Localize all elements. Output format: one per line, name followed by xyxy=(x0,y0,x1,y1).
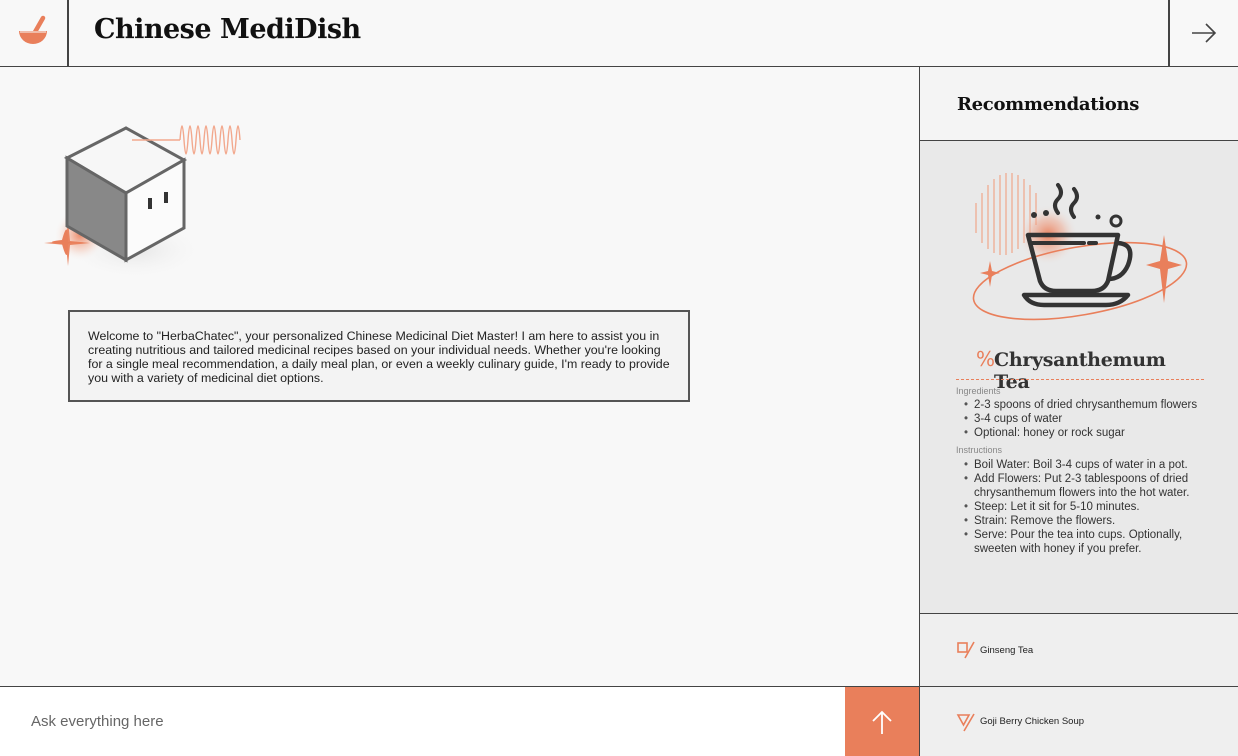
ingredients-label: Ingredients xyxy=(956,386,1001,396)
instruction-item: Strain: Remove the flowers. xyxy=(964,514,1204,528)
percent-mark-icon: % xyxy=(976,347,996,371)
tea-cup-icon xyxy=(972,173,1188,321)
recommendations-header: Recommendations xyxy=(920,67,1238,140)
ingredient-item: Optional: honey or rock sugar xyxy=(964,426,1204,440)
recommendation-label: Goji Berry Chicken Soup xyxy=(980,716,1085,727)
send-button[interactable] xyxy=(845,687,919,756)
next-button[interactable] xyxy=(1169,0,1238,66)
dish-title: % Chrysanthemum Tea xyxy=(956,347,1206,393)
cube-bot-icon xyxy=(44,125,241,280)
square-slash-icon xyxy=(957,641,975,659)
instruction-item: Steep: Let it sit for 5-10 minutes. xyxy=(964,500,1204,514)
dish-divider xyxy=(956,379,1204,380)
ingredient-item: 2-3 spoons of dried chrysanthemum flower… xyxy=(964,398,1204,412)
logo-divider xyxy=(67,0,69,66)
arrow-up-icon xyxy=(872,710,892,734)
instruction-item: Add Flowers: Put 2-3 tablespoons of drie… xyxy=(964,472,1204,500)
arrow-right-icon xyxy=(1191,23,1216,43)
chat-input[interactable] xyxy=(0,687,845,756)
instruction-item: Serve: Pour the tea into cups. Optionall… xyxy=(964,528,1204,556)
instruction-item: Boil Water: Boil 3-4 cups of water in a … xyxy=(964,458,1204,472)
dish-name: Chrysanthemum Tea xyxy=(994,349,1166,393)
recommendation-item-ginseng-tea[interactable]: Ginseng Tea xyxy=(920,614,1238,686)
app-title: Chinese MediDish xyxy=(94,14,361,45)
ingredient-item: 3-4 cups of water xyxy=(964,412,1204,426)
triangle-slash-icon xyxy=(956,713,975,731)
recommendations-title: Recommendations xyxy=(957,94,1140,115)
recommendation-label: Ginseng Tea xyxy=(980,644,1034,656)
welcome-message: Welcome to "HerbaChatec", your personali… xyxy=(68,310,690,402)
instructions-list: Boil Water: Boil 3-4 cups of water in a … xyxy=(964,458,1204,556)
app-logo[interactable] xyxy=(0,0,67,66)
instructions-label: Instructions xyxy=(956,445,1003,455)
chat-input-row xyxy=(0,687,845,756)
mortar-bowl-icon xyxy=(18,15,47,44)
featured-recipe-card[interactable]: % Chrysanthemum Tea Ingredients 2-3 spoo… xyxy=(920,141,1238,613)
ingredients-list: 2-3 spoons of dried chrysanthemum flower… xyxy=(964,398,1204,440)
recommendation-item-goji-berry-chicken-soup[interactable]: Goji Berry Chicken Soup xyxy=(920,687,1238,756)
